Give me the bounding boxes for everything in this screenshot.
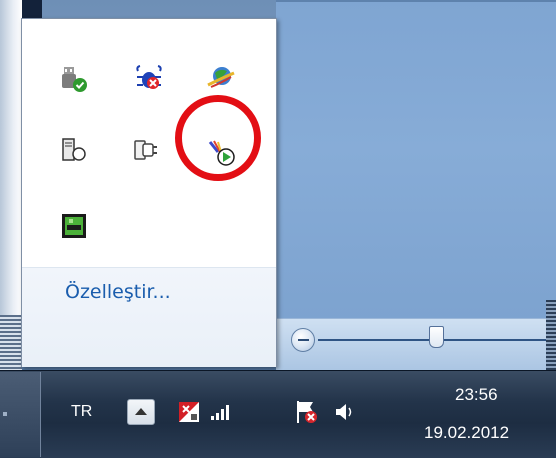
zoom-slider-thumb[interactable] xyxy=(429,326,444,348)
antivirus-flag-icon[interactable] xyxy=(174,397,204,427)
window-right-edge xyxy=(546,300,556,370)
computer-device-icon[interactable] xyxy=(55,131,93,169)
show-hidden-icons-button[interactable] xyxy=(127,399,155,425)
network-bug-icon[interactable] xyxy=(130,59,168,97)
background-window xyxy=(276,0,556,372)
zoom-slider-bar xyxy=(276,318,556,373)
internet-globe-icon[interactable] xyxy=(202,59,240,97)
notification-area-popup xyxy=(21,18,277,367)
zoom-out-button[interactable] xyxy=(291,328,315,352)
desktop-left-bars xyxy=(0,315,22,370)
action-center-flag-icon[interactable] xyxy=(292,397,322,427)
highlight-circle xyxy=(175,95,261,181)
clock-time[interactable]: 23:56 xyxy=(455,385,498,405)
clock-date[interactable]: 19.02.2012 xyxy=(424,423,509,443)
taskbar-button[interactable] xyxy=(0,372,41,457)
green-device-icon[interactable] xyxy=(55,207,93,245)
power-plug-icon[interactable] xyxy=(127,131,165,169)
volume-icon[interactable] xyxy=(330,397,360,427)
customize-link[interactable]: Özelleştir... xyxy=(65,281,171,303)
network-signal-icon[interactable] xyxy=(206,397,236,427)
language-indicator[interactable]: TR xyxy=(71,403,92,421)
safely-remove-hardware-icon[interactable] xyxy=(55,59,93,97)
